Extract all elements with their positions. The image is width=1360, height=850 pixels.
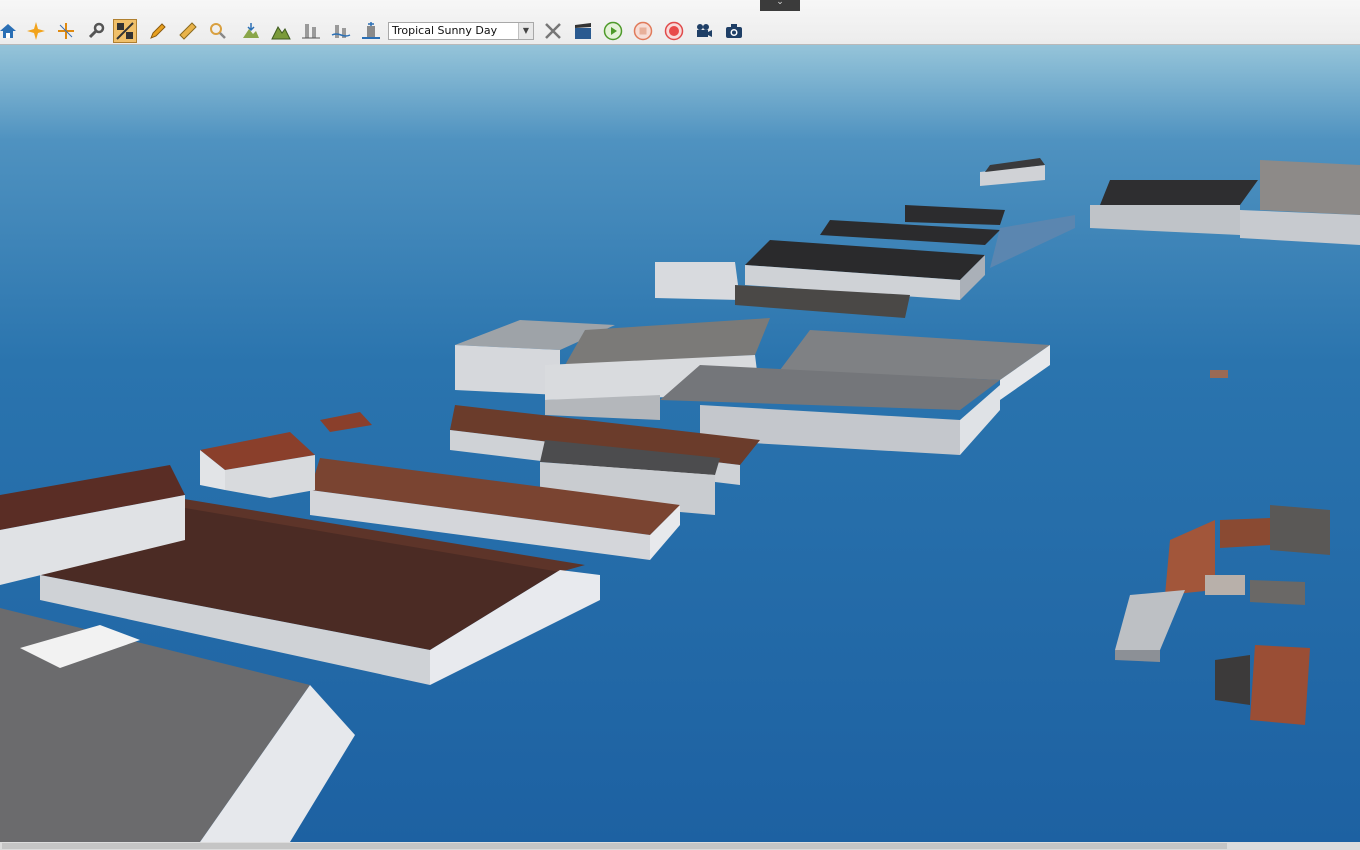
environment-select-value: Tropical Sunny Day (392, 24, 498, 37)
scrollbar-thumb[interactable] (2, 843, 1227, 849)
tree-icon (302, 24, 320, 39)
select-button[interactable] (24, 19, 48, 43)
ruler-button[interactable] (176, 19, 200, 43)
measure-toggle-button[interactable] (113, 19, 137, 43)
water-level-button[interactable] (329, 19, 353, 43)
terrain-tool-button[interactable] (239, 19, 263, 43)
record-icon (664, 21, 684, 41)
crosshair-button[interactable] (54, 19, 78, 43)
screenshot-button[interactable] (722, 19, 746, 43)
3d-scene-viewport[interactable] (0, 45, 1360, 842)
settings-button[interactable] (84, 19, 108, 43)
film-icon (575, 23, 591, 39)
ruler-icon (179, 22, 197, 40)
horizontal-scrollbar[interactable] (0, 842, 1360, 850)
crosshair-icon (58, 23, 74, 39)
flood-icon (362, 22, 380, 39)
video-clip-button[interactable] (571, 19, 595, 43)
home-icon (0, 24, 16, 38)
water-level-icon (331, 25, 351, 38)
cross-tools-icon (545, 23, 561, 39)
wrench-icon (88, 22, 105, 39)
video-camera-icon (697, 24, 712, 37)
chevron-down-icon: ▼ (518, 23, 533, 39)
chevron-down-icon: ⌄ (776, 0, 784, 7)
scene-canvas[interactable] (0, 45, 1360, 842)
terrain-icon (243, 23, 259, 38)
toolbar-collapse-tab[interactable]: ⌄ (760, 0, 800, 11)
play-button[interactable] (601, 19, 625, 43)
zoom-button[interactable] (206, 19, 230, 43)
tree-button[interactable] (299, 19, 323, 43)
mountain-icon (271, 26, 291, 40)
flood-tool-button[interactable] (359, 19, 383, 43)
play-icon (603, 21, 623, 41)
stop-icon (633, 21, 653, 41)
pencil-icon (150, 23, 166, 39)
clear-button[interactable] (541, 19, 565, 43)
camera-icon (726, 24, 742, 38)
toolbar: ⌄ Tropical Sunny Day ▼ (0, 0, 1360, 45)
mountain-button[interactable] (269, 19, 293, 43)
camera-path-button[interactable] (692, 19, 716, 43)
record-button[interactable] (662, 19, 686, 43)
stop-button[interactable] (631, 19, 655, 43)
draw-button[interactable] (146, 19, 170, 43)
sparkle-icon (27, 22, 45, 40)
measure-toggle-icon (116, 22, 134, 40)
environment-select[interactable]: Tropical Sunny Day ▼ (388, 22, 534, 40)
home-button[interactable] (0, 19, 20, 43)
magnifier-icon (210, 23, 226, 39)
